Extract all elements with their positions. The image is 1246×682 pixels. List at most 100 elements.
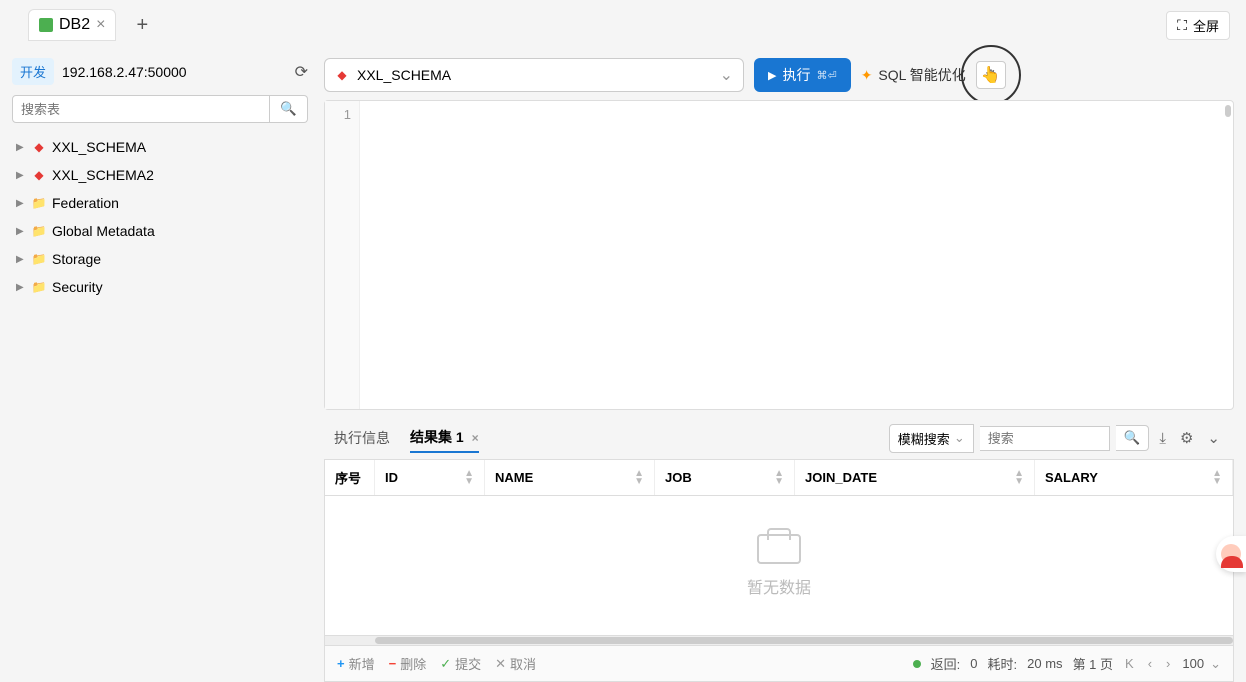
sql-editor[interactable]: 1	[324, 100, 1234, 410]
assistant-icon	[1221, 544, 1241, 564]
tree-label: Global Metadata	[52, 223, 155, 239]
tree-label: Storage	[52, 251, 101, 267]
sort-icon[interactable]: ▲▼	[1014, 470, 1024, 486]
schema-icon: ◆	[32, 168, 46, 182]
tree-label: XXL_SCHEMA	[52, 139, 146, 155]
close-icon[interactable]: ×	[472, 431, 479, 445]
tree-item-xxl-schema[interactable]: ▶ ◆ XXL_SCHEMA	[12, 133, 308, 161]
tree-item-federation[interactable]: ▶ 📁 Federation	[12, 189, 308, 217]
sidebar: 开发 192.168.2.47:50000 ⟳ 🔍 ▶ ◆ XXL_SCHEMA…	[0, 50, 320, 682]
tab-result-set[interactable]: 结果集 1 ×	[410, 423, 479, 453]
selected-schema: XXL_SCHEMA	[357, 67, 720, 83]
line-number: 1	[325, 107, 351, 122]
fullscreen-icon: ⛶	[1177, 17, 1187, 34]
empty-icon	[757, 534, 801, 564]
search-type-select[interactable]: 模糊搜索 ⌄	[889, 424, 974, 453]
caret-icon: ▶	[16, 226, 26, 237]
caret-icon: ▶	[16, 254, 26, 265]
database-icon	[39, 18, 53, 32]
folder-icon: 📁	[32, 196, 46, 210]
return-count: 0	[970, 656, 977, 671]
time-value: 20 ms	[1027, 656, 1062, 671]
time-label: 耗时:	[988, 654, 1018, 673]
tab-db2[interactable]: DB2 ×	[28, 9, 116, 41]
sql-ai-button[interactable]: ✦ SQL 智能优化	[861, 65, 966, 85]
schema-icon: ◆	[32, 140, 46, 154]
page-size-select[interactable]: 100 ⌄	[1182, 656, 1221, 672]
tree-item-security[interactable]: ▶ 📁 Security	[12, 273, 308, 301]
horizontal-scrollbar[interactable]	[324, 636, 1234, 646]
execute-label: 执行	[782, 65, 810, 85]
caret-icon: ▶	[16, 198, 26, 209]
folder-icon: 📁	[32, 252, 46, 266]
sort-icon[interactable]: ▲▼	[1212, 470, 1222, 486]
cancel-button[interactable]: ✕取消	[495, 654, 536, 673]
return-label: 返回:	[931, 654, 961, 673]
sparkle-icon: ✦	[861, 67, 873, 84]
code-area[interactable]	[360, 101, 1233, 409]
tree-label: Security	[52, 279, 103, 295]
column-job[interactable]: JOB▲▼	[655, 460, 795, 495]
caret-icon: ▶	[16, 170, 26, 181]
caret-icon: ▶	[16, 142, 26, 153]
result-table-header: 序号 ID▲▼ NAME▲▼ JOB▲▼ JOIN_DATE▲▼ SALARY▲…	[324, 459, 1234, 496]
play-icon: ▶	[768, 69, 776, 82]
search-table-input[interactable]	[12, 95, 270, 123]
sort-icon[interactable]: ▲▼	[634, 470, 644, 486]
ai-label: SQL 智能优化	[878, 65, 965, 85]
add-tab-button[interactable]: +	[136, 14, 148, 37]
search-button[interactable]: 🔍	[270, 95, 308, 123]
page-label: 第 1 页	[1073, 654, 1113, 673]
result-search-input[interactable]	[980, 426, 1110, 451]
caret-icon: ▶	[16, 282, 26, 293]
empty-label: 暂无数据	[747, 574, 811, 598]
export-button[interactable]: ⤓	[1155, 426, 1170, 451]
fullscreen-label: 全屏	[1193, 16, 1219, 35]
tree-label: XXL_SCHEMA2	[52, 167, 154, 183]
chevron-down-icon: ⌄	[1210, 656, 1221, 672]
sort-icon[interactable]: ▲▼	[464, 470, 474, 486]
close-icon[interactable]: ×	[96, 16, 105, 34]
folder-icon: 📁	[32, 224, 46, 238]
tab-label: 结果集 1	[410, 429, 464, 445]
result-settings-button[interactable]: ⚙	[1176, 425, 1197, 451]
add-row-button[interactable]: +新增	[337, 654, 375, 673]
settings-button[interactable]: ⚙ 👆	[976, 61, 1006, 89]
prev-page-button[interactable]: ‹	[1146, 656, 1154, 671]
tree-item-global-metadata[interactable]: ▶ 📁 Global Metadata	[12, 217, 308, 245]
shortcut-label: ⌘⏎	[816, 69, 836, 82]
column-id[interactable]: ID▲▼	[375, 460, 485, 495]
tab-exec-info[interactable]: 执行信息	[334, 424, 390, 452]
search-type-label: 模糊搜索	[898, 429, 950, 448]
collapse-button[interactable]: ⌄	[1203, 425, 1224, 451]
execute-button[interactable]: ▶ 执行 ⌘⏎	[754, 58, 851, 92]
tree-item-storage[interactable]: ▶ 📁 Storage	[12, 245, 308, 273]
status-dot	[913, 660, 921, 668]
result-search-button[interactable]: 🔍	[1116, 425, 1150, 451]
column-join-date[interactable]: JOIN_DATE▲▼	[795, 460, 1035, 495]
column-salary[interactable]: SALARY▲▼	[1035, 460, 1233, 495]
editor-gutter: 1	[325, 101, 360, 409]
tab-label: DB2	[59, 16, 90, 34]
scrollbar-thumb[interactable]	[1225, 105, 1231, 117]
folder-icon: 📁	[32, 280, 46, 294]
column-name[interactable]: NAME▲▼	[485, 460, 655, 495]
schema-select[interactable]: ◆ XXL_SCHEMA ⌄	[324, 58, 744, 92]
next-page-button[interactable]: ›	[1164, 656, 1172, 671]
empty-state: 暂无数据	[324, 496, 1234, 636]
jump-page-button[interactable]: K	[1123, 656, 1136, 671]
assistant-button[interactable]	[1216, 536, 1246, 572]
scrollbar-thumb[interactable]	[375, 637, 1233, 644]
fullscreen-button[interactable]: ⛶ 全屏	[1166, 11, 1230, 40]
refresh-icon[interactable]: ⟳	[295, 62, 308, 82]
column-seq[interactable]: 序号	[325, 460, 375, 495]
schema-icon: ◆	[335, 68, 349, 82]
commit-button[interactable]: ✓提交	[440, 654, 481, 673]
connection-address: 192.168.2.47:50000	[62, 64, 287, 80]
delete-row-button[interactable]: −删除	[389, 654, 427, 673]
chevron-down-icon: ⌄	[720, 65, 733, 85]
sort-icon[interactable]: ▲▼	[774, 470, 784, 486]
gear-icon: ⚙	[985, 67, 997, 82]
tree-item-xxl-schema2[interactable]: ▶ ◆ XXL_SCHEMA2	[12, 161, 308, 189]
result-footer: +新增 −删除 ✓提交 ✕取消 返回: 0 耗时: 20 ms 第 1 页 K …	[324, 646, 1234, 682]
